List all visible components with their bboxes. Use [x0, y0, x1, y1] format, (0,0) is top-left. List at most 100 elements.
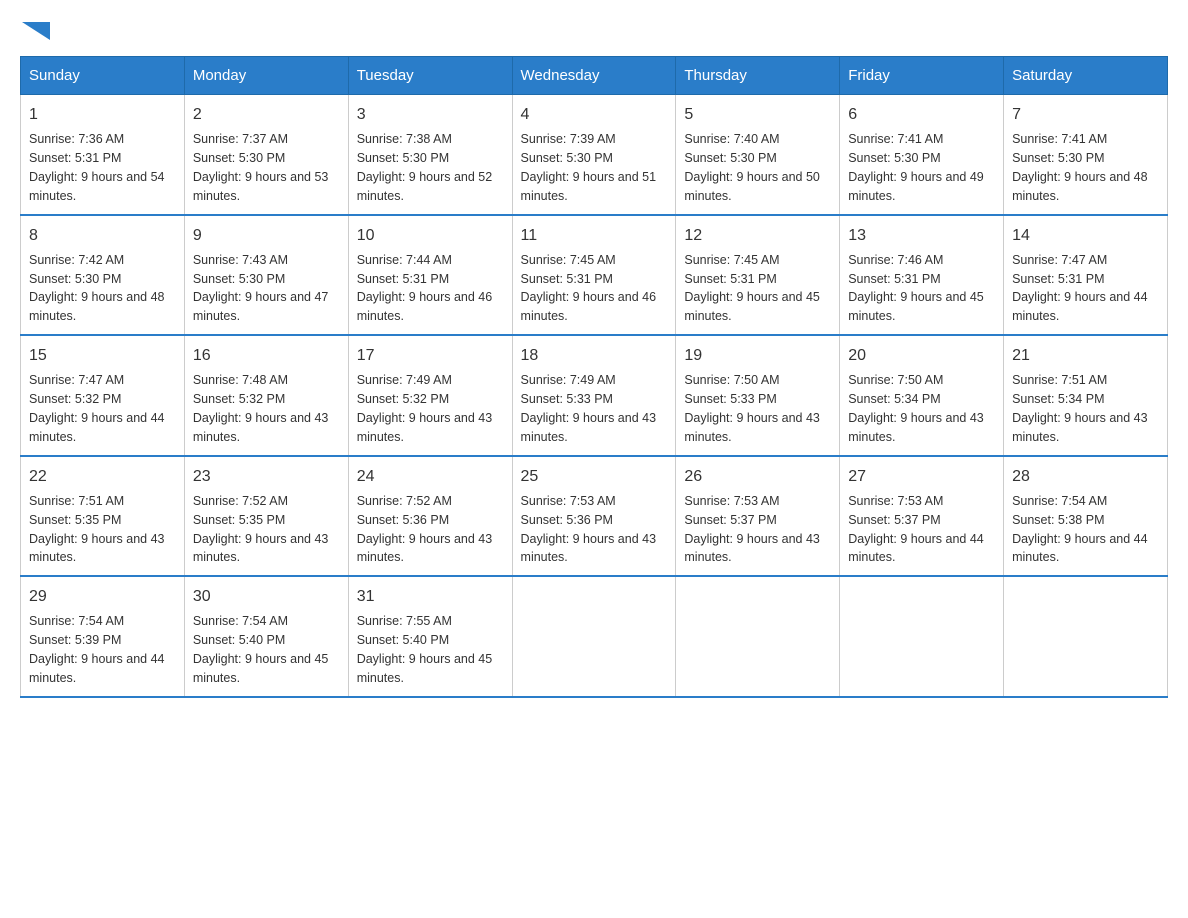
header-wednesday: Wednesday	[512, 57, 676, 95]
day-cell: 6 Sunrise: 7:41 AMSunset: 5:30 PMDaylight…	[840, 95, 1004, 215]
day-info: Sunrise: 7:36 AMSunset: 5:31 PMDaylight:…	[29, 132, 165, 203]
day-number: 27	[848, 465, 995, 488]
day-cell: 2 Sunrise: 7:37 AMSunset: 5:30 PMDaylight…	[184, 95, 348, 215]
day-cell: 13 Sunrise: 7:46 AMSunset: 5:31 PMDayligh…	[840, 215, 1004, 336]
day-info: Sunrise: 7:44 AMSunset: 5:31 PMDaylight:…	[357, 253, 493, 324]
day-number: 22	[29, 465, 176, 488]
day-number: 14	[1012, 224, 1159, 247]
day-cell: 31 Sunrise: 7:55 AMSunset: 5:40 PMDayligh…	[348, 576, 512, 697]
logo-triangle-icon	[22, 22, 50, 40]
day-number: 23	[193, 465, 340, 488]
day-cell: 9 Sunrise: 7:43 AMSunset: 5:30 PMDaylight…	[184, 215, 348, 336]
day-number: 21	[1012, 344, 1159, 367]
day-cell: 21 Sunrise: 7:51 AMSunset: 5:34 PMDayligh…	[1004, 335, 1168, 456]
day-info: Sunrise: 7:41 AMSunset: 5:30 PMDaylight:…	[848, 132, 984, 203]
day-cell: 22 Sunrise: 7:51 AMSunset: 5:35 PMDayligh…	[21, 456, 185, 577]
day-info: Sunrise: 7:53 AMSunset: 5:37 PMDaylight:…	[848, 494, 984, 565]
header-row: SundayMondayTuesdayWednesdayThursdayFrid…	[21, 57, 1168, 95]
day-number: 16	[193, 344, 340, 367]
day-info: Sunrise: 7:51 AMSunset: 5:34 PMDaylight:…	[1012, 373, 1148, 444]
day-info: Sunrise: 7:54 AMSunset: 5:39 PMDaylight:…	[29, 614, 165, 685]
day-number: 20	[848, 344, 995, 367]
day-number: 6	[848, 103, 995, 126]
calendar-header: SundayMondayTuesdayWednesdayThursdayFrid…	[21, 57, 1168, 95]
day-number: 2	[193, 103, 340, 126]
day-cell: 29 Sunrise: 7:54 AMSunset: 5:39 PMDayligh…	[21, 576, 185, 697]
day-cell: 10 Sunrise: 7:44 AMSunset: 5:31 PMDayligh…	[348, 215, 512, 336]
day-info: Sunrise: 7:55 AMSunset: 5:40 PMDaylight:…	[357, 614, 493, 685]
day-number: 5	[684, 103, 831, 126]
day-cell: 17 Sunrise: 7:49 AMSunset: 5:32 PMDayligh…	[348, 335, 512, 456]
day-cell: 15Sunrise: 7:47 AMSunset: 5:32 PMDayligh…	[21, 335, 185, 456]
header-thursday: Thursday	[676, 57, 840, 95]
day-info: Sunrise: 7:46 AMSunset: 5:31 PMDaylight:…	[848, 253, 984, 324]
day-cell: 25 Sunrise: 7:53 AMSunset: 5:36 PMDayligh…	[512, 456, 676, 577]
day-number: 15	[29, 344, 176, 367]
header-tuesday: Tuesday	[348, 57, 512, 95]
day-number: 11	[521, 224, 668, 247]
day-number: 9	[193, 224, 340, 247]
day-info: Sunrise: 7:49 AMSunset: 5:32 PMDaylight:…	[357, 373, 493, 444]
day-cell: 27 Sunrise: 7:53 AMSunset: 5:37 PMDayligh…	[840, 456, 1004, 577]
day-info: Sunrise: 7:39 AMSunset: 5:30 PMDaylight:…	[521, 132, 657, 203]
day-info: Sunrise: 7:52 AMSunset: 5:36 PMDaylight:…	[357, 494, 493, 565]
day-info: Sunrise: 7:53 AMSunset: 5:36 PMDaylight:…	[521, 494, 657, 565]
day-number: 31	[357, 585, 504, 608]
day-info: Sunrise: 7:40 AMSunset: 5:30 PMDaylight:…	[684, 132, 820, 203]
day-number: 7	[1012, 103, 1159, 126]
day-info: Sunrise: 7:45 AMSunset: 5:31 PMDaylight:…	[521, 253, 657, 324]
day-cell: 16 Sunrise: 7:48 AMSunset: 5:32 PMDayligh…	[184, 335, 348, 456]
day-number: 10	[357, 224, 504, 247]
header-saturday: Saturday	[1004, 57, 1168, 95]
day-info: Sunrise: 7:37 AMSunset: 5:30 PMDaylight:…	[193, 132, 329, 203]
day-cell: 23Sunrise: 7:52 AMSunset: 5:35 PMDayligh…	[184, 456, 348, 577]
day-cell: 1Sunrise: 7:36 AMSunset: 5:31 PMDaylight…	[21, 95, 185, 215]
day-number: 28	[1012, 465, 1159, 488]
day-number: 13	[848, 224, 995, 247]
day-info: Sunrise: 7:47 AMSunset: 5:31 PMDaylight:…	[1012, 253, 1148, 324]
week-row-2: 8Sunrise: 7:42 AMSunset: 5:30 PMDaylight…	[21, 215, 1168, 336]
day-cell: 12 Sunrise: 7:45 AMSunset: 5:31 PMDayligh…	[676, 215, 840, 336]
day-info: Sunrise: 7:54 AMSunset: 5:40 PMDaylight:…	[193, 614, 329, 685]
day-cell: 18Sunrise: 7:49 AMSunset: 5:33 PMDayligh…	[512, 335, 676, 456]
day-info: Sunrise: 7:41 AMSunset: 5:30 PMDaylight:…	[1012, 132, 1148, 203]
day-cell	[1004, 576, 1168, 697]
page-header	[20, 20, 1168, 36]
day-cell	[512, 576, 676, 697]
week-row-1: 1Sunrise: 7:36 AMSunset: 5:31 PMDaylight…	[21, 95, 1168, 215]
day-number: 12	[684, 224, 831, 247]
day-cell: 4Sunrise: 7:39 AMSunset: 5:30 PMDaylight…	[512, 95, 676, 215]
day-cell: 3Sunrise: 7:38 AMSunset: 5:30 PMDaylight…	[348, 95, 512, 215]
day-number: 29	[29, 585, 176, 608]
day-cell: 28Sunrise: 7:54 AMSunset: 5:38 PMDayligh…	[1004, 456, 1168, 577]
week-row-4: 22 Sunrise: 7:51 AMSunset: 5:35 PMDayligh…	[21, 456, 1168, 577]
day-cell: 14 Sunrise: 7:47 AMSunset: 5:31 PMDayligh…	[1004, 215, 1168, 336]
day-info: Sunrise: 7:51 AMSunset: 5:35 PMDaylight:…	[29, 494, 165, 565]
day-number: 30	[193, 585, 340, 608]
calendar-body: 1Sunrise: 7:36 AMSunset: 5:31 PMDaylight…	[21, 95, 1168, 697]
day-cell	[676, 576, 840, 697]
day-cell: 8Sunrise: 7:42 AMSunset: 5:30 PMDaylight…	[21, 215, 185, 336]
day-number: 26	[684, 465, 831, 488]
day-cell: 20 Sunrise: 7:50 AMSunset: 5:34 PMDayligh…	[840, 335, 1004, 456]
day-number: 17	[357, 344, 504, 367]
day-number: 19	[684, 344, 831, 367]
day-info: Sunrise: 7:45 AMSunset: 5:31 PMDaylight:…	[684, 253, 820, 324]
week-row-5: 29 Sunrise: 7:54 AMSunset: 5:39 PMDayligh…	[21, 576, 1168, 697]
day-cell: 24 Sunrise: 7:52 AMSunset: 5:36 PMDayligh…	[348, 456, 512, 577]
day-number: 24	[357, 465, 504, 488]
day-cell: 5 Sunrise: 7:40 AMSunset: 5:30 PMDaylight…	[676, 95, 840, 215]
day-number: 8	[29, 224, 176, 247]
day-info: Sunrise: 7:53 AMSunset: 5:37 PMDaylight:…	[684, 494, 820, 565]
day-cell: 19 Sunrise: 7:50 AMSunset: 5:33 PMDayligh…	[676, 335, 840, 456]
logo	[20, 20, 50, 36]
day-info: Sunrise: 7:50 AMSunset: 5:34 PMDaylight:…	[848, 373, 984, 444]
day-info: Sunrise: 7:38 AMSunset: 5:30 PMDaylight:…	[357, 132, 493, 203]
day-info: Sunrise: 7:43 AMSunset: 5:30 PMDaylight:…	[193, 253, 329, 324]
day-number: 25	[521, 465, 668, 488]
day-info: Sunrise: 7:48 AMSunset: 5:32 PMDaylight:…	[193, 373, 329, 444]
header-friday: Friday	[840, 57, 1004, 95]
header-monday: Monday	[184, 57, 348, 95]
header-sunday: Sunday	[21, 57, 185, 95]
day-info: Sunrise: 7:50 AMSunset: 5:33 PMDaylight:…	[684, 373, 820, 444]
